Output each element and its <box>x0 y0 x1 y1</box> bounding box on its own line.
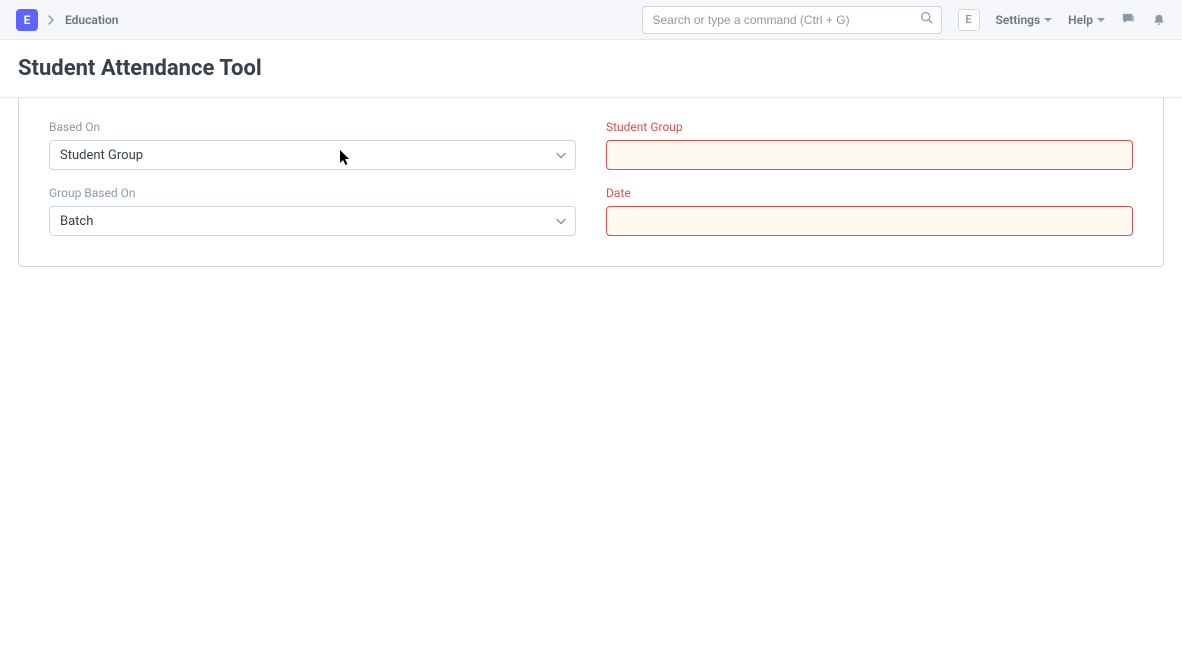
field-student-group: Student Group <box>606 120 1133 170</box>
chat-icon[interactable] <box>1121 12 1136 27</box>
navbar: E Education E Settings Help <box>0 0 1182 40</box>
user-avatar[interactable]: E <box>958 9 980 31</box>
field-date: Date <box>606 186 1133 236</box>
nav-left: E Education <box>16 9 118 31</box>
help-label: Help <box>1068 13 1093 27</box>
select-group-based-on[interactable]: Batch <box>49 206 576 236</box>
label-student-group: Student Group <box>606 120 1133 134</box>
label-date: Date <box>606 186 1133 200</box>
form-col-right: Student Group Date <box>606 120 1133 236</box>
help-menu[interactable]: Help <box>1068 13 1105 27</box>
select-based-on-value: Student Group <box>49 140 576 170</box>
caret-down-icon <box>1044 18 1052 22</box>
page-header: Student Attendance Tool <box>0 40 1182 98</box>
label-based-on: Based On <box>49 120 576 134</box>
app-logo[interactable]: E <box>16 9 38 31</box>
breadcrumb-education[interactable]: Education <box>65 13 118 27</box>
settings-label: Settings <box>996 13 1041 27</box>
search-bar[interactable] <box>642 6 942 34</box>
form-col-left: Based On Student Group Group Based On Ba… <box>49 120 576 236</box>
label-group-based-on: Group Based On <box>49 186 576 200</box>
field-group-based-on: Group Based On Batch <box>49 186 576 236</box>
field-based-on: Based On Student Group <box>49 120 576 170</box>
input-student-group[interactable] <box>606 140 1133 170</box>
form-card: Based On Student Group Group Based On Ba… <box>18 98 1164 267</box>
content-area: Based On Student Group Group Based On Ba… <box>0 98 1182 267</box>
search-input[interactable] <box>643 7 941 33</box>
input-student-group-wrap <box>606 140 1133 170</box>
settings-menu[interactable]: Settings <box>996 13 1053 27</box>
input-date-wrap <box>606 206 1133 236</box>
nav-right: E Settings Help <box>642 6 1167 34</box>
select-group-based-on-value: Batch <box>49 206 576 236</box>
search-icon <box>920 11 933 28</box>
chevron-right-icon <box>48 15 55 25</box>
bell-icon[interactable] <box>1152 13 1166 27</box>
input-date[interactable] <box>606 206 1133 236</box>
page-title: Student Attendance Tool <box>18 56 1164 81</box>
select-based-on[interactable]: Student Group <box>49 140 576 170</box>
caret-down-icon <box>1097 18 1105 22</box>
form-row: Based On Student Group Group Based On Ba… <box>49 120 1133 236</box>
